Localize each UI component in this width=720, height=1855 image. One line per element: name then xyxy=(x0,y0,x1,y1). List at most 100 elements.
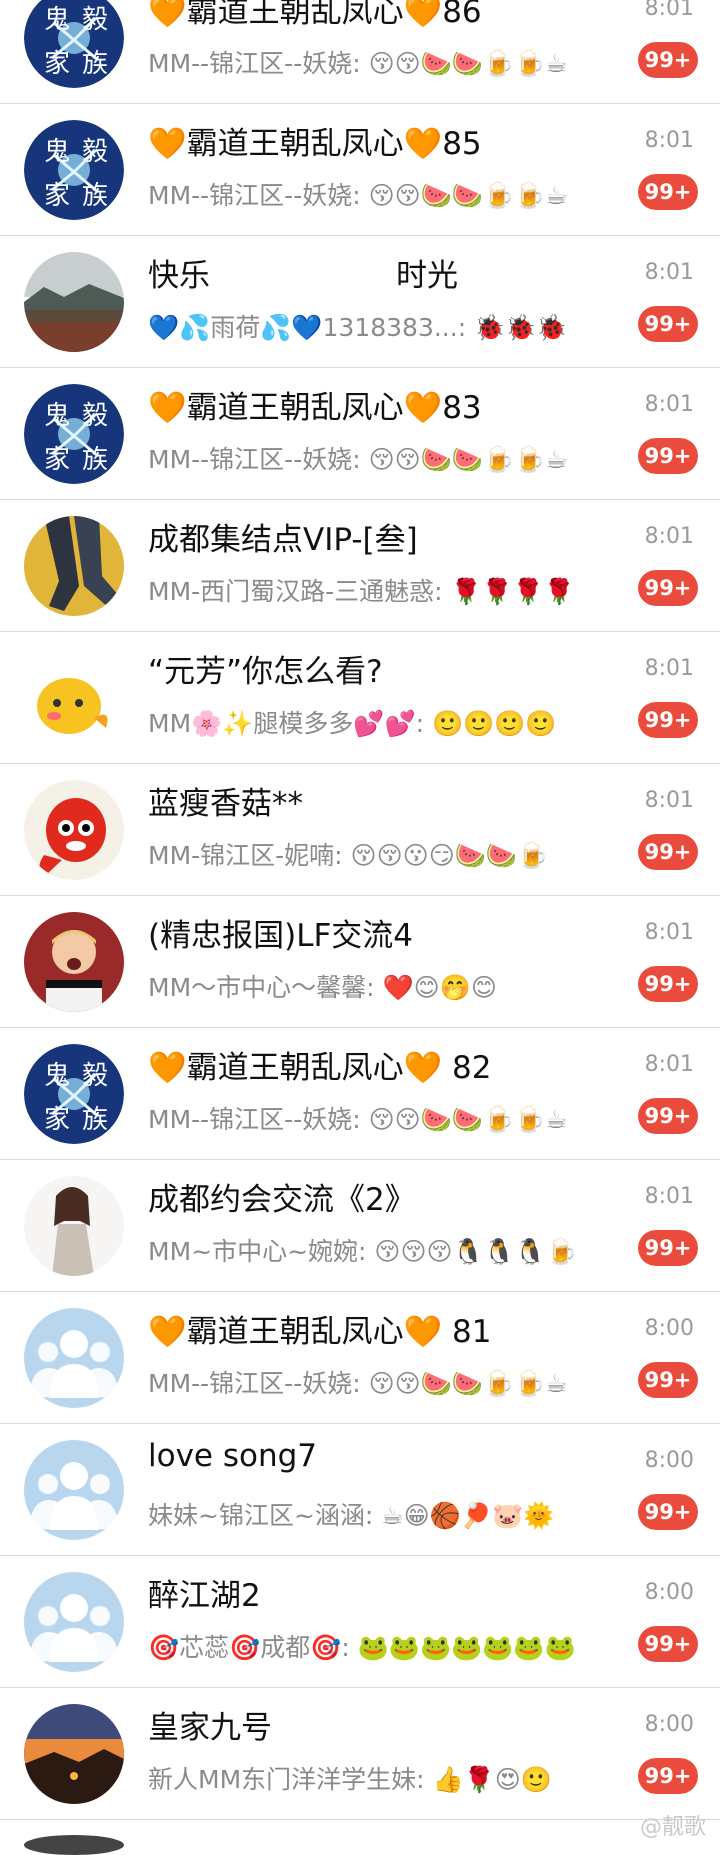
timestamp: 8:00 xyxy=(645,1712,694,1737)
chat-title: 🧡霸道王朝乱凤心🧡86 xyxy=(148,0,618,31)
svg-text:族: 族 xyxy=(82,1105,108,1135)
svg-text:家: 家 xyxy=(44,181,70,211)
default-group-avatar-avatar xyxy=(24,1572,124,1672)
chat-row[interactable]: 🧡霸道王朝乱凤心🧡 81 MM--锦江区--妖娆: 😚😚🍉🍉🍺🍺☕ 8:00 9… xyxy=(0,1292,720,1424)
cartoon-chick-avatar xyxy=(24,648,124,748)
chat-title: “元芳”你怎么看? xyxy=(148,646,618,691)
timestamp: 8:00 xyxy=(645,1316,694,1341)
sunset-photo-avatar xyxy=(24,1704,124,1804)
unread-badge: 99+ xyxy=(638,306,698,342)
chat-row[interactable]: love song7 妹妹~锦江区~涵涵: ☕😁🏀🏓🐷🌞 8:00 99+ xyxy=(0,1424,720,1556)
svg-text:鬼: 鬼 xyxy=(44,401,70,431)
unread-badge: 99+ xyxy=(638,1362,698,1398)
unread-badge: 99+ xyxy=(638,1230,698,1266)
chat-title: 🧡霸道王朝乱凤心🧡 82 xyxy=(148,1042,618,1087)
timestamp: 8:01 xyxy=(645,128,694,153)
svg-text:鬼: 鬼 xyxy=(44,137,70,167)
last-message-preview: MM--锦江区--妖娆: 😚😚🍉🍉🍺🍺☕ xyxy=(148,1100,588,1136)
chat-row[interactable]: 蓝瘦香菇** MM-锦江区-妮喃: 😚😚😗😏🍉🍉🍺 8:01 99+ xyxy=(0,764,720,896)
timestamp: 8:01 xyxy=(645,0,694,21)
child-photo-avatar xyxy=(24,912,124,1012)
chat-row[interactable]: 醉江湖2 🎯芯蕊🎯成都🎯: 🐸🐸🐸🐸🐸🐸🐸 8:00 99+ xyxy=(0,1556,720,1688)
chat-title: 🧡霸道王朝乱凤心🧡85 xyxy=(148,118,618,163)
chat-row[interactable]: 成都约会交流《2》 MM~市中心~婉婉: 😚😚😚🐧🐧🐧🍺 8:01 99+ xyxy=(0,1160,720,1292)
timestamp: 8:01 xyxy=(645,1052,694,1077)
landscape-photo-avatar xyxy=(24,252,124,352)
timestamp: 8:01 xyxy=(645,1184,694,1209)
svg-text:鬼: 鬼 xyxy=(44,5,70,35)
last-message-preview: MM--锦江区--妖娆: 😚😚🍉🍉🍺🍺☕ xyxy=(148,44,588,80)
svg-text:家: 家 xyxy=(44,49,70,79)
svg-text:鬼: 鬼 xyxy=(44,1061,70,1091)
last-message-preview: MM～市中心～馨馨: ❤️😊🤭😊 xyxy=(148,968,588,1004)
last-message-preview: MM--锦江区--妖娆: 😚😚🍉🍉🍺🍺☕ xyxy=(148,1364,588,1400)
last-message-preview: MM--锦江区--妖娆: 😚😚🍉🍉🍺🍺☕ xyxy=(148,176,588,212)
svg-text:毅: 毅 xyxy=(82,137,108,167)
chat-title: 皇家九号 xyxy=(148,1702,618,1747)
svg-text:家: 家 xyxy=(44,1105,70,1135)
last-message-preview: MM-西门蜀汉路-三通魅惑: 🌹🌹🌹🌹 xyxy=(148,572,588,608)
red-cartoon-avatar xyxy=(24,780,124,880)
timestamp: 8:00 xyxy=(645,1580,694,1605)
woman-photo-avatar xyxy=(24,1176,124,1276)
unread-badge: 99+ xyxy=(638,42,698,78)
timestamp: 8:00 xyxy=(645,1448,694,1473)
last-message-preview: MM-锦江区-妮喃: 😚😚😗😏🍉🍉🍺 xyxy=(148,836,588,872)
chat-title: 🧡霸道王朝乱凤心🧡83 xyxy=(148,382,618,427)
partial-avatar xyxy=(24,1835,124,1855)
unread-badge: 99+ xyxy=(638,1494,698,1530)
default-group-avatar-avatar xyxy=(24,1308,124,1408)
timestamp: 8:01 xyxy=(645,656,694,681)
svg-text:毅: 毅 xyxy=(82,1061,108,1091)
last-message-preview: MM~市中心~婉婉: 😚😚😚🐧🐧🐧🍺 xyxy=(148,1232,588,1268)
timestamp: 8:01 xyxy=(645,524,694,549)
chat-title: 🧡霸道王朝乱凤心🧡 81 xyxy=(148,1306,618,1351)
chat-title: 成都集结点VIP-[叁] xyxy=(148,514,618,559)
timestamp: 8:01 xyxy=(645,920,694,945)
timestamp: 8:01 xyxy=(645,260,694,285)
unread-badge: 99+ xyxy=(638,834,698,870)
chat-row[interactable]: 成都集结点VIP-[叁] MM-西门蜀汉路-三通魅惑: 🌹🌹🌹🌹 8:01 99… xyxy=(0,500,720,632)
last-message-preview: 🎯芯蕊🎯成都🎯: 🐸🐸🐸🐸🐸🐸🐸 xyxy=(148,1628,588,1664)
chat-row[interactable]: “元芳”你怎么看? MM🌸✨腿模多多💕💕: 🙂🙂🙂🙂 8:01 99+ xyxy=(0,632,720,764)
partial-next-row xyxy=(0,1833,720,1847)
unread-badge: 99+ xyxy=(638,1098,698,1134)
svg-text:毅: 毅 xyxy=(82,5,108,35)
last-message-preview: MM--锦江区--妖娆: 😚😚🍉🍉🍺🍺☕ xyxy=(148,440,588,476)
unread-badge: 99+ xyxy=(638,966,698,1002)
guiyi-family-logo-avatar: 鬼 毅 家 族 xyxy=(24,120,124,220)
timestamp: 8:01 xyxy=(645,788,694,813)
svg-text:族: 族 xyxy=(82,445,108,475)
unread-badge: 99+ xyxy=(638,1758,698,1794)
chat-row[interactable]: (精忠报国)LF交流4 MM～市中心～馨馨: ❤️😊🤭😊 8:01 99+ xyxy=(0,896,720,1028)
chat-title: 快乐 时光 xyxy=(148,250,618,295)
chat-title: love song7 xyxy=(148,1438,618,1474)
last-message-preview: 💙💦雨荷💦💙1318383...: 🐞🐞🐞 xyxy=(148,308,588,344)
last-message-preview: 妹妹~锦江区~涵涵: ☕😁🏀🏓🐷🌞 xyxy=(148,1496,588,1532)
unread-badge: 99+ xyxy=(638,702,698,738)
chat-row[interactable]: 快乐 时光 💙💦雨荷💦💙1318383...: 🐞🐞🐞 8:01 99+ xyxy=(0,236,720,368)
legs-photo-avatar xyxy=(24,516,124,616)
svg-text:家: 家 xyxy=(44,445,70,475)
svg-text:毅: 毅 xyxy=(82,401,108,431)
guiyi-family-logo-avatar: 鬼 毅 家 族 xyxy=(24,1044,124,1144)
chat-row[interactable]: 鬼 毅 家 族 🧡霸道王朝乱凤心🧡 82 MM--锦江区--妖娆: 😚😚🍉🍉🍺🍺… xyxy=(0,1028,720,1160)
chat-row[interactable]: 鬼 毅 家 族 🧡霸道王朝乱凤心🧡83 MM--锦江区--妖娆: 😚😚🍉🍉🍺🍺☕… xyxy=(0,368,720,500)
chat-list: 鬼 毅 家 族 🧡霸道王朝乱凤心🧡86 MM--锦江区--妖娆: 😚😚🍉🍉🍺🍺☕… xyxy=(0,0,720,1847)
chat-title: 醉江湖2 xyxy=(148,1570,618,1615)
guiyi-family-logo-avatar: 鬼 毅 家 族 xyxy=(24,384,124,484)
last-message-preview: 新人MM东门洋洋学生妹: 👍🌹😍🙂 xyxy=(148,1760,588,1796)
svg-text:族: 族 xyxy=(82,181,108,211)
chat-row[interactable]: 鬼 毅 家 族 🧡霸道王朝乱凤心🧡85 MM--锦江区--妖娆: 😚😚🍉🍉🍺🍺☕… xyxy=(0,104,720,236)
chat-title: (精忠报国)LF交流4 xyxy=(148,910,618,955)
unread-badge: 99+ xyxy=(638,174,698,210)
unread-badge: 99+ xyxy=(638,438,698,474)
default-group-avatar-avatar xyxy=(24,1440,124,1540)
chat-row[interactable]: 皇家九号 新人MM东门洋洋学生妹: 👍🌹😍🙂 8:00 99+ xyxy=(0,1688,720,1820)
svg-text:族: 族 xyxy=(82,49,108,79)
chat-title: 成都约会交流《2》 xyxy=(148,1174,618,1219)
timestamp: 8:01 xyxy=(645,392,694,417)
guiyi-family-logo-avatar: 鬼 毅 家 族 xyxy=(24,0,124,88)
chat-row[interactable]: 鬼 毅 家 族 🧡霸道王朝乱凤心🧡86 MM--锦江区--妖娆: 😚😚🍉🍉🍺🍺☕… xyxy=(0,0,720,104)
unread-badge: 99+ xyxy=(638,570,698,606)
